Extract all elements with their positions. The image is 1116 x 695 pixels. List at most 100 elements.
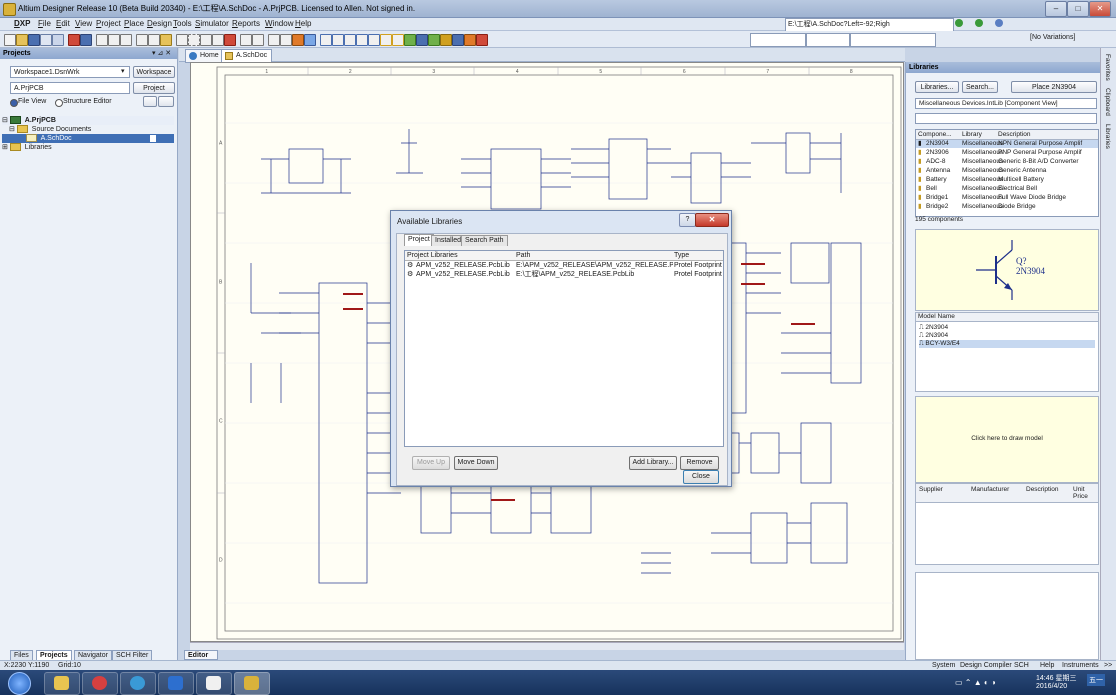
- collapse-icon[interactable]: ⊟: [9, 126, 15, 133]
- library-row[interactable]: ⚙ APM_v252_RELEASE.PcbLib E:\APM_v252_RE…: [405, 261, 723, 270]
- navigate-back-icon[interactable]: [955, 19, 963, 27]
- navigate-forward-icon[interactable]: [975, 19, 983, 27]
- col-description[interactable]: Description: [998, 131, 1031, 138]
- browse-component-icon[interactable]: [280, 34, 292, 46]
- toolbar-dropdown-2[interactable]: [806, 33, 850, 47]
- tab-search-path[interactable]: Search Path: [461, 235, 508, 246]
- move-down-button[interactable]: Move Down: [454, 456, 498, 470]
- copy-icon[interactable]: [148, 34, 160, 46]
- project-field[interactable]: A.PrjPCB: [10, 82, 130, 94]
- paste-icon[interactable]: [160, 34, 172, 46]
- maximize-button[interactable]: □: [1067, 1, 1089, 17]
- menu-reports[interactable]: Reports: [232, 19, 260, 28]
- tab-installed[interactable]: Installed: [431, 235, 466, 246]
- move-up-button[interactable]: Move Up: [412, 456, 450, 470]
- chevron-down-icon[interactable]: ▾: [121, 67, 125, 75]
- menu-file[interactable]: File: [38, 19, 51, 28]
- menu-help[interactable]: Help: [295, 19, 311, 28]
- zoom-icon[interactable]: [52, 34, 64, 46]
- harness-connector-icon[interactable]: [464, 34, 476, 46]
- library-select[interactable]: Miscellaneous Devices.IntLib [Component …: [915, 98, 1097, 109]
- menu-simulator[interactable]: Simulator: [195, 19, 229, 28]
- tab-libraries[interactable]: Libraries: [1104, 124, 1111, 149]
- new-document-icon[interactable]: [4, 34, 16, 46]
- col-library[interactable]: Library: [962, 131, 982, 138]
- signal-harness-icon[interactable]: [344, 34, 356, 46]
- col-supplier[interactable]: Supplier: [919, 486, 943, 493]
- model-row[interactable]: ⎍ 2N3904: [919, 324, 948, 332]
- device-sheet-symbol-icon[interactable]: [452, 34, 464, 46]
- home-icon[interactable]: [995, 19, 1003, 27]
- place-part-icon[interactable]: [404, 34, 416, 46]
- tab-favorites[interactable]: Favorites: [1104, 54, 1111, 81]
- bus-icon[interactable]: [332, 34, 344, 46]
- tab-editor[interactable]: Editor: [184, 650, 218, 660]
- wire-icon[interactable]: [320, 34, 332, 46]
- bus-entry-icon[interactable]: [356, 34, 368, 46]
- device-sheet-icon[interactable]: [80, 34, 92, 46]
- sheet-symbol-icon[interactable]: [416, 34, 428, 46]
- component-row[interactable]: ▮ Bridge1 Miscellaneous Full Wave Diode …: [916, 194, 1098, 202]
- clear-filter-icon[interactable]: [224, 34, 236, 46]
- hierarchy-icon[interactable]: [268, 34, 280, 46]
- panel-menu-icon[interactable]: ▾ ⊿ ✕: [152, 49, 171, 57]
- search-button[interactable]: Search...: [962, 81, 998, 93]
- close-window-button[interactable]: ✕: [1089, 1, 1111, 17]
- menu-window[interactable]: Window: [265, 19, 293, 28]
- toolbar-dropdown-1[interactable]: [750, 33, 806, 47]
- deselect-icon[interactable]: [212, 34, 224, 46]
- tree-item-source-documents[interactable]: ⊟ Source Documents: [2, 125, 174, 134]
- library-filter-input[interactable]: [915, 113, 1097, 124]
- place-component-button[interactable]: Place 2N3904: [1011, 81, 1097, 93]
- model-preview[interactable]: Click here to draw model: [915, 396, 1099, 483]
- zoom-fit-icon[interactable]: [96, 34, 108, 46]
- add-library-button[interactable]: Add Library...: [629, 456, 677, 470]
- close-button[interactable]: Close: [683, 470, 719, 484]
- draw-model-link[interactable]: Click here to draw model: [916, 435, 1098, 442]
- port-icon[interactable]: [440, 34, 452, 46]
- tree-item-project[interactable]: ⊟ A.PrjPCB: [2, 116, 174, 125]
- no-erc-icon[interactable]: [476, 34, 488, 46]
- component-row[interactable]: ▮ Antenna Miscellaneous Generic Antenna: [916, 167, 1098, 175]
- tray-icons[interactable]: ▭ ⌃ ▲ ◐ ◑: [955, 678, 996, 687]
- component-row[interactable]: ▮ Battery Miscellaneous Multicell Batter…: [916, 176, 1098, 184]
- library-row[interactable]: ⚙ APM_v252_RELEASE.PcbLib E:\工程\APM_v252…: [405, 270, 723, 279]
- taskbar-explorer[interactable]: [44, 672, 80, 695]
- col-manufacturer[interactable]: Manufacturer: [971, 486, 1009, 493]
- remove-button[interactable]: Remove: [680, 456, 719, 470]
- component-row[interactable]: ▮ 2N3906 Miscellaneous PNP General Purpo…: [916, 149, 1098, 157]
- col-component[interactable]: Compone...: [918, 131, 952, 138]
- file-view-radio[interactable]: [10, 99, 18, 107]
- rubber-stamp-icon[interactable]: [176, 34, 188, 46]
- cross-reference-icon[interactable]: [292, 34, 304, 46]
- col-project-libraries[interactable]: Project Libraries: [407, 252, 458, 259]
- taskbar-word[interactable]: [158, 672, 194, 695]
- menu-dxp[interactable]: DXP: [14, 19, 30, 28]
- taskbar-chrome[interactable]: [120, 672, 156, 695]
- net-label-icon[interactable]: [368, 34, 380, 46]
- document-options-icon[interactable]: [158, 96, 174, 107]
- zoom-area-icon[interactable]: [108, 34, 120, 46]
- workspace-select[interactable]: Workspace1.DsnWrk: [10, 66, 130, 78]
- libraries-button[interactable]: Libraries...: [915, 81, 959, 93]
- menu-edit[interactable]: Edit: [56, 19, 70, 28]
- component-row[interactable]: ▮ ADC-8 Miscellaneous Generic 8-Bit A/D …: [916, 158, 1098, 166]
- menu-design[interactable]: Design: [147, 19, 172, 28]
- zoom-selected-icon[interactable]: [120, 34, 132, 46]
- sheet-entry-icon[interactable]: [428, 34, 440, 46]
- cross-probe-icon[interactable]: [68, 34, 80, 46]
- open-folder-icon[interactable]: [16, 34, 28, 46]
- component-row[interactable]: ▮ Bridge2 Miscellaneous Diode Bridge: [916, 203, 1098, 211]
- print-icon[interactable]: [40, 34, 52, 46]
- workspace-button[interactable]: Workspace: [133, 66, 175, 78]
- dialog-close-x-button[interactable]: ✕: [695, 213, 729, 227]
- vcc-port-icon[interactable]: [392, 34, 404, 46]
- collapse-icon[interactable]: ⊟: [2, 117, 8, 124]
- gnd-port-icon[interactable]: [380, 34, 392, 46]
- project-options-icon[interactable]: [143, 96, 157, 107]
- model-row[interactable]: ⎍ 2N3904: [919, 332, 948, 340]
- help-button[interactable]: ?: [679, 213, 696, 227]
- grid-icon[interactable]: [304, 34, 316, 46]
- redo-icon[interactable]: [252, 34, 264, 46]
- col-supplier-description[interactable]: Description: [1026, 486, 1059, 493]
